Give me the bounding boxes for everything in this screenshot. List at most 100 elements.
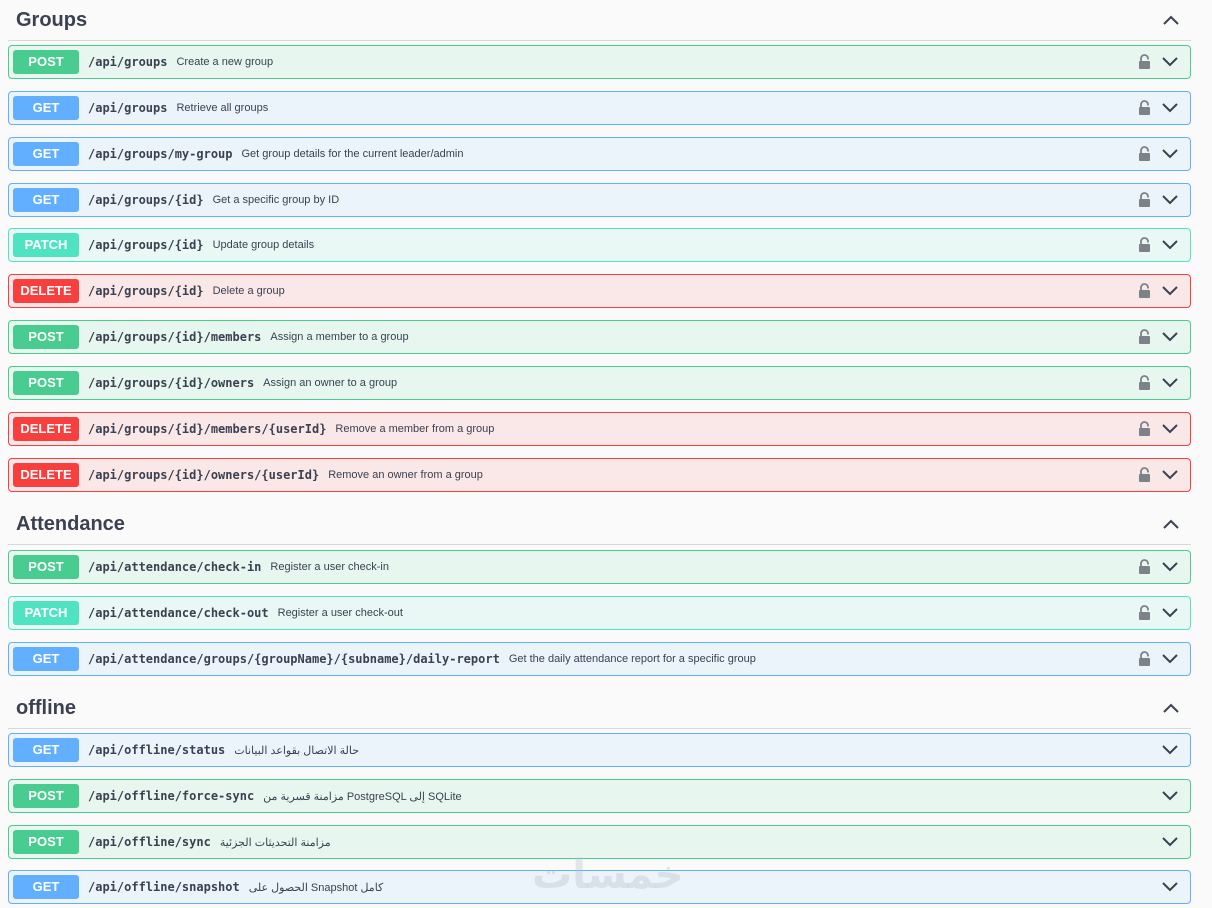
operation-path: /api/groups/{id} [88,238,204,252]
method-badge: PATCH [13,601,79,625]
section-header-attendance[interactable]: Attendance [8,504,1191,545]
operation-summary: Update group details [212,239,315,251]
operation-row[interactable]: POST/api/offline/force-sync مزامنة قسرية … [8,779,1191,813]
chevron-down-icon[interactable] [1158,604,1182,622]
operation-path: /api/groups/{id}/owners/{userId} [88,468,320,482]
method-badge: GET [13,647,79,671]
chevron-down-icon[interactable] [1158,99,1182,117]
operation-path: /api/groups/{id}/members [88,330,262,344]
operation-summary: Assign a member to a group [270,331,409,343]
chevron-down-icon[interactable] [1158,145,1182,163]
lock-icon[interactable] [1138,282,1152,300]
chevron-up-icon[interactable] [1151,15,1191,25]
operation-summary: مزامنة التحديثات الجزئية [219,836,331,849]
operation-path: /api/groups [88,101,168,115]
method-badge: POST [13,555,79,579]
lock-icon[interactable] [1138,236,1152,254]
operation-summary: Remove an owner from a group [328,469,483,481]
lock-icon[interactable] [1138,328,1152,346]
chevron-down-icon[interactable] [1158,420,1182,438]
method-badge: DELETE [13,463,79,487]
operation-row[interactable]: GET/api/groups Retrieve all groups [8,91,1191,125]
lock-icon[interactable] [1138,53,1152,71]
operation-row[interactable]: POST/api/groups/{id}/members Assign a mem… [8,320,1191,354]
operation-summary: مزامنة قسرية من PostgreSQL إلى SQLite [263,790,462,803]
chevron-up-icon[interactable] [1151,703,1191,713]
method-badge: DELETE [13,279,79,303]
operation-row[interactable]: GET/api/offline/status حالة الاتصال بقواع… [8,733,1191,767]
lock-icon[interactable] [1138,191,1152,209]
chevron-down-icon[interactable] [1158,833,1182,851]
operation-path: /api/attendance/check-out [88,606,269,620]
chevron-down-icon[interactable] [1158,191,1182,209]
operation-row[interactable]: GET/api/attendance/groups/{groupName}/{s… [8,642,1191,676]
chevron-down-icon[interactable] [1158,787,1182,805]
lock-icon[interactable] [1138,420,1152,438]
section-title: Attendance [16,512,125,535]
operation-path: /api/attendance/check-in [88,560,262,574]
method-badge: GET [13,188,79,212]
chevron-down-icon[interactable] [1158,650,1182,668]
method-badge: POST [13,830,79,854]
chevron-down-icon[interactable] [1158,741,1182,759]
section-title: offline [16,696,76,719]
method-badge: POST [13,784,79,808]
operation-summary: Register a user check-out [277,607,403,619]
operation-summary: Assign an owner to a group [263,377,398,389]
chevron-down-icon[interactable] [1158,558,1182,576]
chevron-down-icon[interactable] [1158,282,1182,300]
chevron-down-icon[interactable] [1158,53,1182,71]
operation-summary: Create a new group [176,56,274,68]
operation-path: /api/offline/snapshot [88,880,240,894]
operation-summary: حالة الاتصال بقواعد البيانات [234,744,359,757]
lock-icon[interactable] [1138,466,1152,484]
operation-row[interactable]: DELETE/api/groups/{id} Delete a group [8,274,1191,308]
operation-summary: Remove a member from a group [335,423,495,435]
operation-path: /api/groups/{id} [88,284,204,298]
operation-path: /api/offline/status [88,743,226,757]
lock-icon[interactable] [1138,558,1152,576]
operation-row[interactable]: GET/api/groups/{id} Get a specific group … [8,183,1191,217]
operation-row[interactable]: PATCH/api/attendance/check-out Register a… [8,596,1191,630]
operation-path: /api/groups/{id} [88,193,204,207]
method-badge: PATCH [13,233,79,257]
method-badge: GET [13,96,79,120]
method-badge: POST [13,325,79,349]
method-badge: POST [13,371,79,395]
operation-row[interactable]: GET/api/groups/my-group Get group details… [8,137,1191,171]
operation-path: /api/groups [88,55,168,69]
operation-row[interactable]: POST/api/attendance/check-in Register a u… [8,550,1191,584]
operation-summary: الحصول على Snapshot كامل [248,881,384,894]
chevron-up-icon[interactable] [1151,519,1191,529]
operation-path: /api/offline/force-sync [88,789,255,803]
chevron-down-icon[interactable] [1158,466,1182,484]
method-badge: GET [13,142,79,166]
operation-row[interactable]: POST/api/groups Create a new group [8,45,1191,79]
operation-summary: Get a specific group by ID [212,194,340,206]
chevron-down-icon[interactable] [1158,328,1182,346]
method-badge: GET [13,875,79,899]
operation-path: /api/groups/{id}/members/{userId} [88,422,327,436]
lock-icon[interactable] [1138,374,1152,392]
section-header-offline[interactable]: offline [8,688,1191,729]
lock-icon[interactable] [1138,99,1152,117]
operation-row[interactable]: GET/api/offline/snapshot الحصول على Snaps… [8,870,1191,904]
chevron-down-icon[interactable] [1158,374,1182,392]
section-header-groups[interactable]: Groups [8,0,1191,41]
lock-icon[interactable] [1138,145,1152,163]
lock-icon[interactable] [1138,604,1152,622]
chevron-down-icon[interactable] [1158,236,1182,254]
method-badge: POST [13,50,79,74]
operation-path: /api/attendance/groups/{groupName}/{subn… [88,652,500,666]
operation-row[interactable]: PATCH/api/groups/{id} Update group detail… [8,228,1191,262]
operation-row[interactable]: DELETE/api/groups/{id}/members/{userId} R… [8,412,1191,446]
operation-path: /api/groups/my-group [88,147,233,161]
lock-icon[interactable] [1138,650,1152,668]
chevron-down-icon[interactable] [1158,878,1182,896]
method-badge: DELETE [13,417,79,441]
operation-row[interactable]: POST/api/groups/{id}/owners Assign an own… [8,366,1191,400]
operation-row[interactable]: POST/api/offline/sync مزامنة التحديثات ال… [8,825,1191,859]
operation-row[interactable]: DELETE/api/groups/{id}/owners/{userId} Re… [8,458,1191,492]
method-badge: GET [13,738,79,762]
operation-summary: Delete a group [212,285,285,297]
